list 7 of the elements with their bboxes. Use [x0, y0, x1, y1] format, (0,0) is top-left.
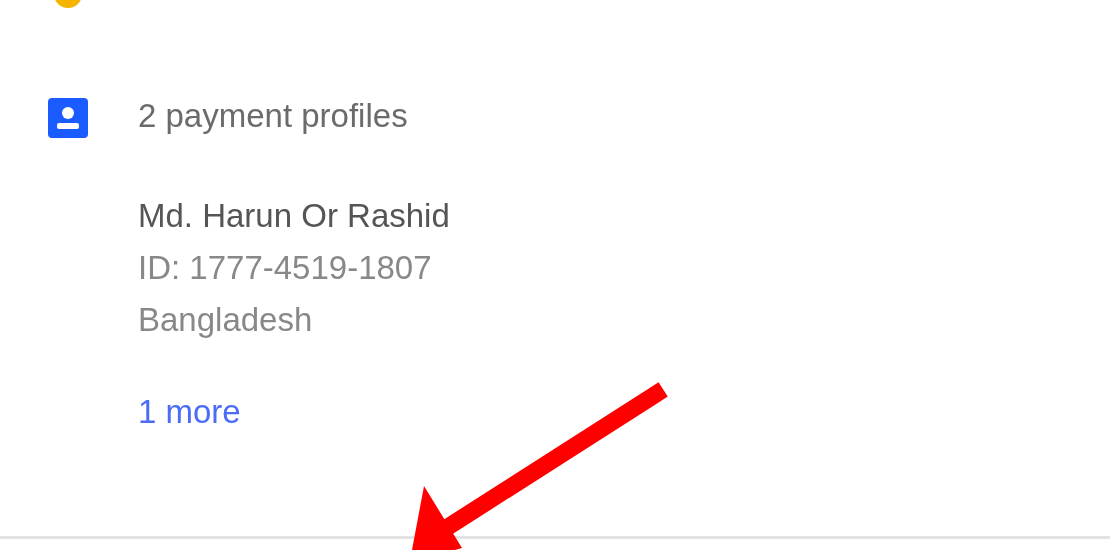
section-title: 2 payment profiles [138, 96, 409, 136]
person-icon [48, 98, 88, 138]
profile-id: ID: 1777-4519-1807 [138, 248, 433, 288]
more-link[interactable]: 1 more [138, 390, 241, 434]
status-icon [53, 0, 83, 9]
profile-country: Bangladesh [138, 300, 314, 340]
profile-name: Md. Harun Or Rashid [138, 196, 450, 236]
